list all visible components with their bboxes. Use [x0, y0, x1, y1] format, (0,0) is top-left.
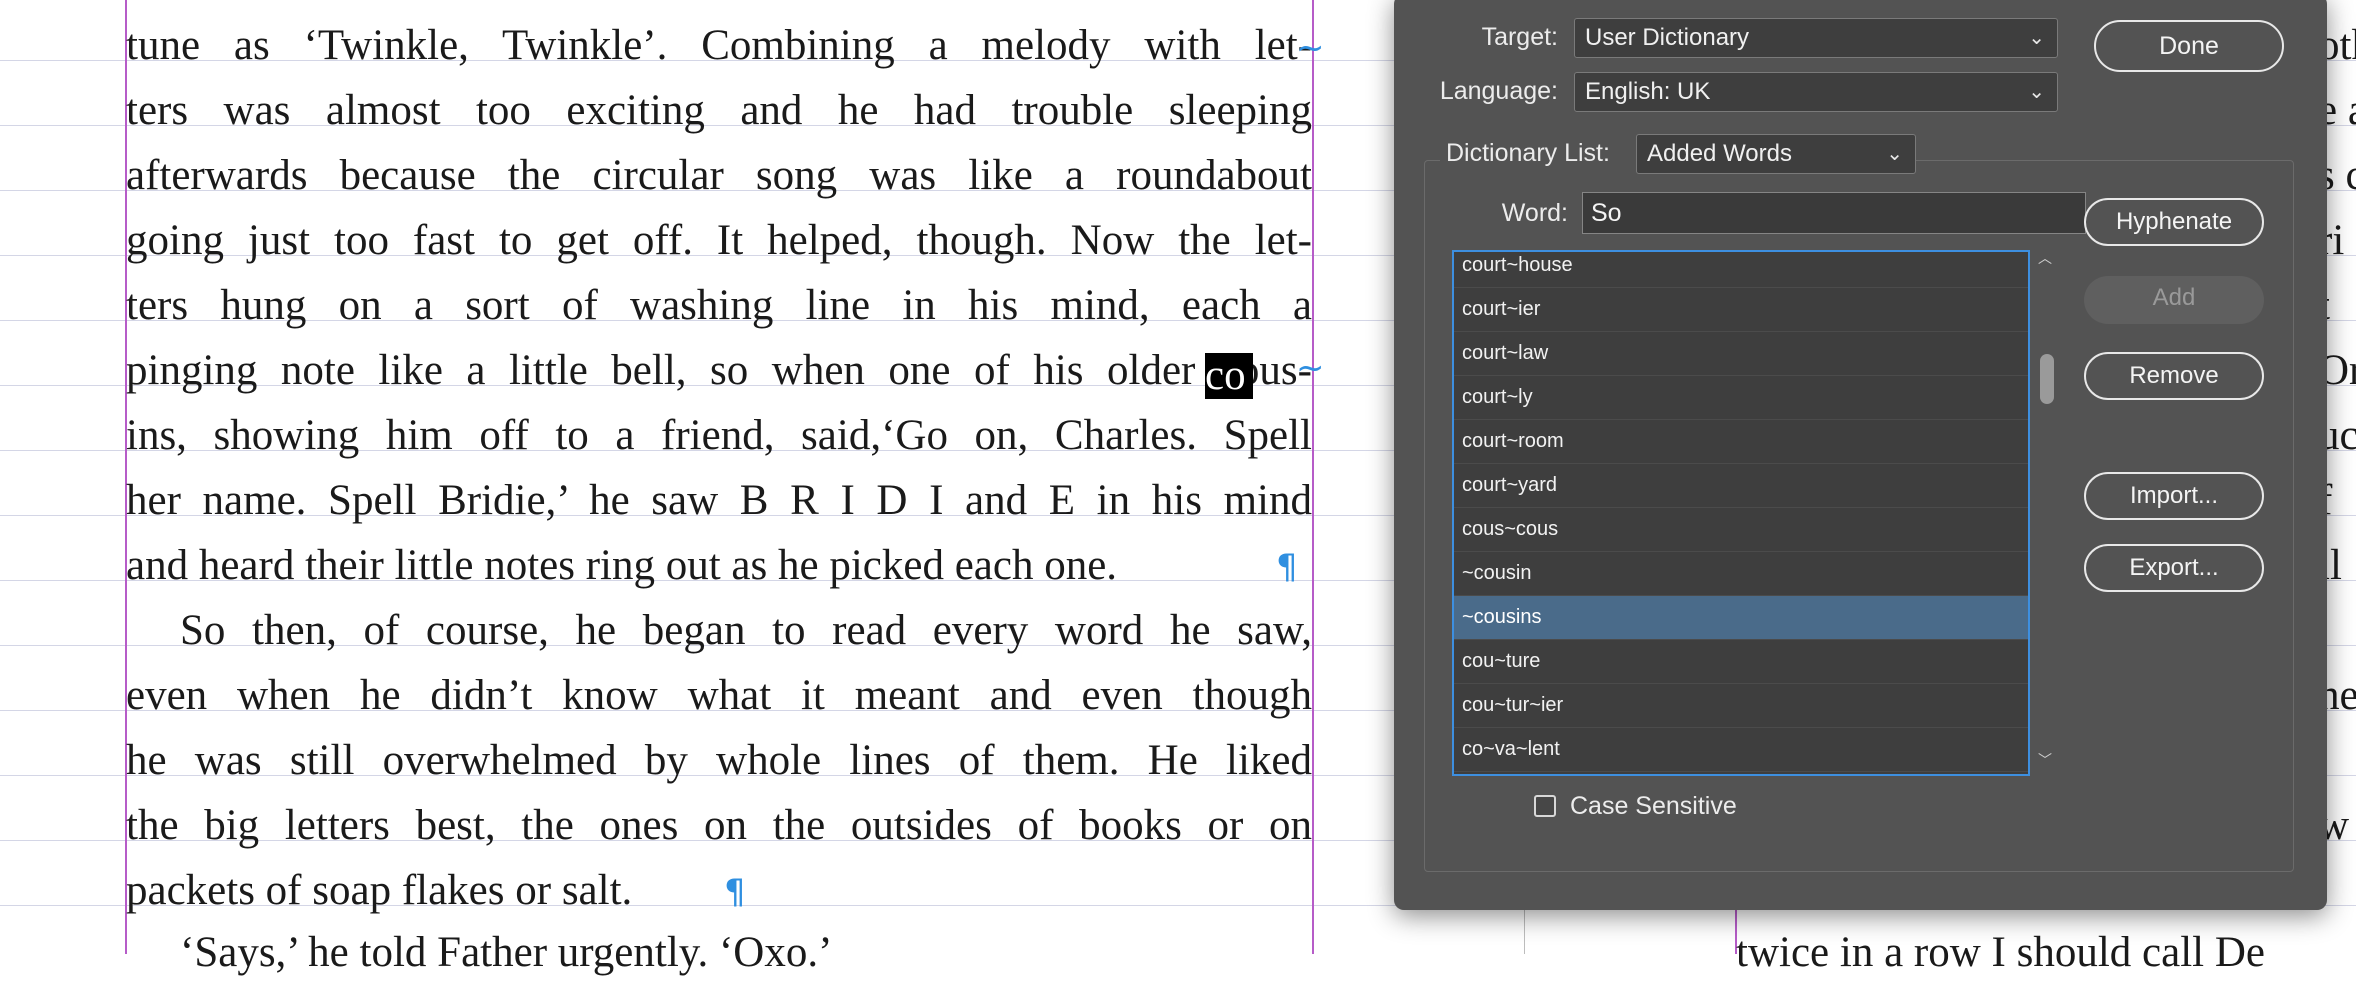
list-item[interactable]: ~cousin — [1454, 552, 2028, 596]
list-item[interactable]: court~ier — [1454, 288, 2028, 332]
text-line[interactable]: even when he didn’t know what it meant a… — [126, 668, 1312, 724]
done-button[interactable]: Done — [2094, 20, 2284, 72]
add-button[interactable]: Add — [2084, 276, 2264, 324]
hyphenate-button[interactable]: Hyphenate — [2084, 198, 2264, 246]
list-item-selected[interactable]: ~cousins — [1454, 596, 2028, 640]
text-line[interactable]: and heard their little notes ring out as… — [126, 538, 1276, 594]
language-select-value: English: UK — [1585, 78, 1711, 105]
list-item[interactable]: court~ly — [1454, 376, 2028, 420]
pilcrow-icon: ¶ — [1276, 547, 1298, 587]
word-list[interactable]: court~house court~ier court~law court~ly… — [1452, 250, 2030, 776]
list-item[interactable]: court~law — [1454, 332, 2028, 376]
pilcrow-icon: ¶ — [724, 872, 746, 912]
target-label: Target: — [1481, 23, 1558, 51]
import-button[interactable]: Import... — [2084, 472, 2264, 520]
word-input[interactable]: So — [1582, 192, 2086, 234]
discretionary-hyphen-icon: ~ — [1296, 28, 1325, 68]
dictionary-list-label: Dictionary List: — [1440, 136, 1646, 170]
text-line[interactable]: pinging note like a little bell, so when… — [126, 343, 1312, 399]
dictionary-list-value: Added Words — [1647, 140, 1792, 167]
text-line[interactable]: ters hung on a sort of washing line in h… — [126, 278, 1312, 334]
text-line[interactable]: going just too fast to get off. It helpe… — [126, 213, 1312, 269]
target-select-value: User Dictionary — [1585, 24, 1750, 51]
list-item[interactable]: court~room — [1454, 420, 2028, 464]
word-label: Word: — [1501, 199, 1568, 227]
chevron-down-icon: ⌄ — [1886, 143, 1903, 165]
right-margin-guide — [1312, 0, 1314, 954]
list-item[interactable]: cou~tur~ier — [1454, 684, 2028, 728]
dictionary-dialog: Target: User Dictionary ⌄ Language: Engl… — [1394, 0, 2327, 910]
text-line[interactable]: tune as ‘Twinkle, Twinkle’. Combining a … — [126, 18, 1312, 74]
text-line[interactable]: ters was almost too exciting and he had … — [126, 83, 1312, 139]
list-scrollbar[interactable]: ︿ ﹀ — [2034, 250, 2060, 776]
list-item[interactable]: co~va~lent — [1454, 728, 2028, 772]
text-line[interactable]: her name. Spell Bridie,’ he saw B R I D … — [126, 473, 1312, 529]
case-sensitive-checkbox[interactable] — [1534, 795, 1556, 817]
scrollbar-thumb[interactable] — [2040, 354, 2054, 404]
list-item[interactable]: cous~cous — [1454, 508, 2028, 552]
text-line[interactable]: So then, of course, he began to read eve… — [126, 603, 1312, 659]
scroll-down-arrow-icon[interactable]: ﹀ — [2038, 750, 2052, 770]
target-select[interactable]: User Dictionary ⌄ — [1574, 18, 2058, 58]
remove-button[interactable]: Remove — [2084, 352, 2264, 400]
text-line[interactable]: he was still overwhelmed by whole lines … — [126, 733, 1312, 789]
text-line[interactable]: the big letters best, the ones on the ou… — [126, 798, 1312, 854]
list-item[interactable]: court~yard — [1454, 464, 2028, 508]
case-sensitive-label: Case Sensitive — [1570, 792, 1737, 820]
text-line[interactable]: ‘Says,’ he told Father urgently. ‘Oxo.’ — [126, 925, 926, 981]
text-line[interactable]: ins, showing him off to a friend, said,‘… — [126, 408, 1312, 464]
chevron-down-icon: ⌄ — [2028, 27, 2045, 49]
chevron-down-icon: ⌄ — [2028, 81, 2045, 103]
text-line[interactable]: packets of soap flakes or salt. — [126, 863, 726, 919]
language-label: Language: — [1439, 77, 1558, 105]
language-select[interactable]: English: UK ⌄ — [1574, 72, 2058, 112]
list-item[interactable]: court~house — [1454, 252, 2028, 288]
text-selection[interactable]: co — [1205, 353, 1253, 399]
discretionary-hyphen-icon: ~ — [1296, 348, 1325, 388]
dictionary-list-select[interactable]: Added Words ⌄ — [1636, 134, 1916, 174]
text-fragment: twice in a row I should call De — [1736, 929, 2265, 976]
list-item[interactable]: cou~ture — [1454, 640, 2028, 684]
text-line[interactable]: afterwards because the circular song was… — [126, 148, 1312, 204]
scroll-up-arrow-icon[interactable]: ︿ — [2038, 248, 2052, 268]
export-button[interactable]: Export... — [2084, 544, 2264, 592]
